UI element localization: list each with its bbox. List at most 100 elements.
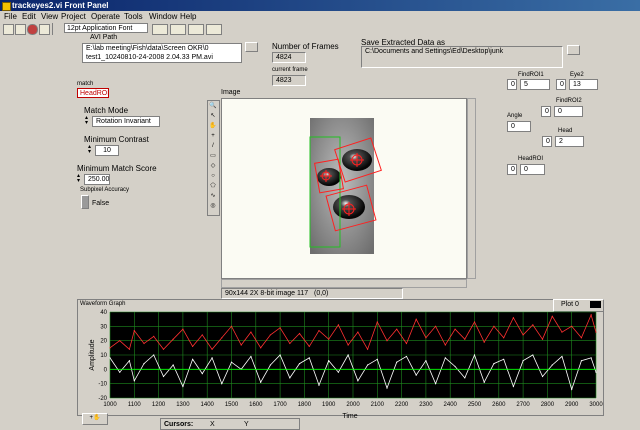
series-point-red xyxy=(109,347,111,349)
x-tick-label: 2400 xyxy=(444,402,458,408)
oval-icon[interactable]: ○ xyxy=(209,172,217,180)
series-point-white xyxy=(211,357,213,359)
series-point-red xyxy=(221,337,223,339)
series-point-red xyxy=(571,325,573,327)
series-point-red xyxy=(551,315,553,317)
series-point-white xyxy=(444,357,446,359)
pan-graph-icon[interactable]: ✋ xyxy=(93,415,100,421)
annulus-icon[interactable]: ◎ xyxy=(209,202,217,210)
avi-path-field[interactable]: E:\lab meeting\Fish\data\Screen OKR\0 te… xyxy=(82,43,242,63)
series-point-white xyxy=(415,374,417,376)
match-mode-field[interactable]: Rotation Invariant xyxy=(92,116,160,127)
series-point-red xyxy=(396,328,398,330)
menu-view[interactable]: View xyxy=(41,11,58,22)
min-contrast-field[interactable]: 10 xyxy=(95,145,119,156)
abort-icon[interactable] xyxy=(27,24,38,35)
series-point-white xyxy=(493,363,495,365)
graph-label: Waveform Graph xyxy=(80,301,126,307)
match-value[interactable]: HeadROI xyxy=(77,88,109,98)
series-point-white xyxy=(109,357,111,359)
series-point-white xyxy=(435,383,437,385)
y-tick-label: 0 xyxy=(104,367,108,373)
series-point-white xyxy=(590,357,592,359)
series-point-red xyxy=(172,338,174,340)
series-point-white xyxy=(454,365,456,368)
match-mode-spin-icon[interactable]: ▴ ▾ xyxy=(85,115,91,126)
min-match-field[interactable]: 250.00 xyxy=(84,174,110,185)
title-bar: trackeyes2.vi Front Panel xyxy=(0,0,640,11)
polygon-icon[interactable]: ⬠ xyxy=(209,182,217,190)
x-tick-label: 1200 xyxy=(152,402,166,408)
avi-path-line1: E:\lab meeting\Fish\data\Screen OKR\0 xyxy=(86,45,209,52)
pan-icon[interactable]: ✋ xyxy=(209,122,217,130)
waveform-chart[interactable]: 1000 1100 1200 1300 1400 1500 1600 1700 1800 1900… xyxy=(77,308,604,420)
x-axis-label: Time xyxy=(342,413,357,420)
menu-tools[interactable]: Tools xyxy=(124,11,143,22)
series-point-red xyxy=(347,344,349,346)
menu-window[interactable]: Window xyxy=(149,11,177,22)
min-match-spin-icon[interactable]: ▴ ▾ xyxy=(77,173,83,184)
series-point-white xyxy=(192,358,194,360)
series-point-red xyxy=(318,330,320,332)
findroi1-label: FindROI1 xyxy=(518,72,544,78)
series-point-red xyxy=(580,337,583,339)
x-tick-label: 1100 xyxy=(128,402,142,408)
x-tick-label: 2700 xyxy=(516,402,530,408)
run-continuously-icon[interactable] xyxy=(15,24,26,35)
freehand-icon[interactable]: ∿ xyxy=(209,192,217,200)
x-tick-label: 2800 xyxy=(541,402,555,408)
series-point-white xyxy=(153,354,155,356)
series-point-white xyxy=(512,385,514,388)
image-display[interactable] xyxy=(221,98,467,279)
menu-help[interactable]: Help xyxy=(180,11,196,22)
font-dropdown[interactable]: 12pt Application Font xyxy=(64,23,148,33)
series-point-red xyxy=(483,341,485,343)
zoom-icon[interactable]: 🔍 xyxy=(209,102,217,110)
subpixel-toggle[interactable] xyxy=(81,195,89,209)
align-icon[interactable] xyxy=(152,24,168,35)
browse-folder-icon[interactable] xyxy=(245,42,258,52)
series-point-red xyxy=(162,348,165,350)
pause-icon[interactable] xyxy=(39,24,50,35)
save-browse-icon[interactable] xyxy=(567,45,580,55)
series-point-red xyxy=(522,334,524,336)
series-point-red xyxy=(279,327,281,329)
current-frame-value: 4823 xyxy=(272,75,306,86)
x-tick-label: 2000 xyxy=(346,402,360,408)
series-point-white xyxy=(464,377,466,379)
series-point-white xyxy=(162,375,165,378)
rotated-rect-icon[interactable]: ◇ xyxy=(209,162,217,170)
y-tick-label: -10 xyxy=(98,382,107,388)
image-vscroll[interactable] xyxy=(467,98,476,279)
series-point-white xyxy=(580,360,583,362)
pointer-icon[interactable]: ↖ xyxy=(209,112,217,120)
y-tick-label: 30 xyxy=(100,324,107,330)
rectangle-icon[interactable]: ▭ xyxy=(209,152,217,160)
series-point-white xyxy=(376,358,378,360)
menu-operate[interactable]: Operate xyxy=(91,11,120,22)
cursor-y-header: Y xyxy=(244,421,249,428)
series-point-red xyxy=(415,318,417,320)
series-point-white xyxy=(357,380,359,382)
reorder-icon[interactable] xyxy=(206,24,222,35)
image-hscroll[interactable] xyxy=(221,279,467,288)
series-point-white xyxy=(279,354,281,356)
menu-edit[interactable]: Edit xyxy=(22,11,36,22)
series-point-white xyxy=(250,355,252,358)
series-point-white xyxy=(473,354,476,356)
series-point-red xyxy=(328,338,330,340)
run-arrow-icon[interactable] xyxy=(3,24,14,35)
head-v2: 2 xyxy=(555,136,584,147)
avi-path-line2: test1_10240810-24-2008 2.04.33 PM.avi xyxy=(86,54,213,61)
distribute-icon[interactable] xyxy=(170,24,186,35)
graph-palette[interactable]: +✋ xyxy=(82,413,108,425)
line-icon[interactable]: / xyxy=(209,142,217,150)
point-icon[interactable]: + xyxy=(209,132,217,140)
save-data-path[interactable]: C:\Documents and Settings\Ed\Desktop\jun… xyxy=(361,46,563,68)
x-tick-label: 2900 xyxy=(565,402,579,408)
menu-file[interactable]: File xyxy=(4,11,17,22)
series-point-red xyxy=(405,342,408,345)
menu-project[interactable]: Project xyxy=(61,11,86,22)
resize-icon[interactable] xyxy=(188,24,204,35)
min-contrast-spin-icon[interactable]: ▴ ▾ xyxy=(88,144,94,155)
